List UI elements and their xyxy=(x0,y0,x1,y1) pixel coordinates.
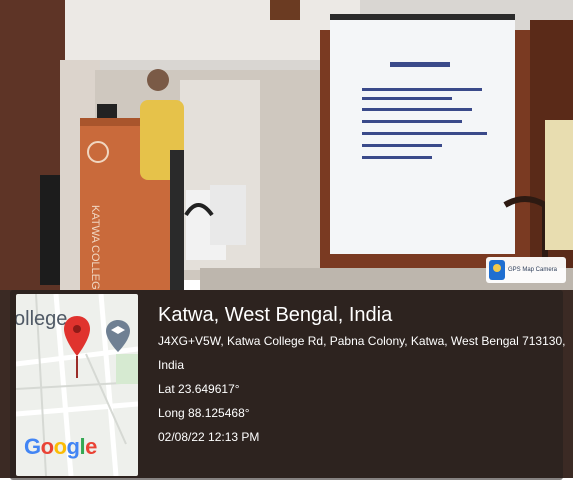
map-place-label: ollege xyxy=(16,308,68,330)
college-cap-icon xyxy=(106,320,130,352)
gps-map-camera-label: GPS Map Camera xyxy=(508,267,558,273)
gps-map-camera-icon xyxy=(489,260,505,280)
location-info: Katwa, West Bengal, India J4XG+V5W, Katw… xyxy=(158,303,565,453)
mini-map: ollege Google xyxy=(16,294,138,476)
address-line-2: India xyxy=(158,358,185,372)
gps-map-camera-badge: GPS Map Camera xyxy=(486,257,566,283)
latitude: Lat 23.649617° xyxy=(158,382,240,396)
google-logo: Google xyxy=(24,434,97,459)
address-line-1: J4XG+V5W, Katwa College Rd, Pabna Colony… xyxy=(158,334,566,348)
map-pin-icon xyxy=(64,316,90,378)
longitude: Long 88.125468° xyxy=(158,406,250,420)
svg-text:KATWA: KATWA xyxy=(89,205,101,244)
datetime: 02/08/22 12:13 PM xyxy=(158,430,260,444)
location-title: Katwa, West Bengal, India xyxy=(158,304,393,326)
